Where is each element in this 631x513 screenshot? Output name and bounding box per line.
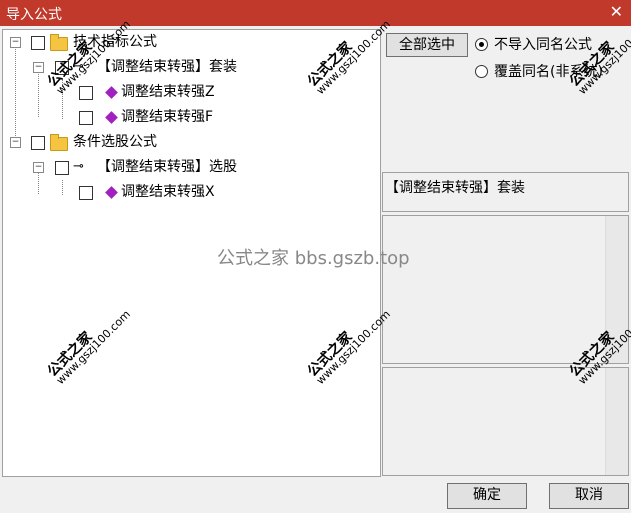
import-options: 全部选中 不导入同名公式 覆盖同名(非系统): [382, 29, 629, 169]
group2-child-checkbox[interactable]: [55, 161, 69, 175]
formula-gem-icon: [105, 111, 118, 124]
tree-label: 【调整结束转强】套装: [97, 59, 237, 75]
scrollbar[interactable]: [605, 368, 628, 475]
radio-no-import-label[interactable]: 不导入同名公式: [494, 34, 592, 54]
tree-node-group2[interactable]: − 条件选股公式: [3, 131, 303, 153]
ok-button[interactable]: 确定: [447, 483, 527, 509]
folder-icon: [50, 134, 68, 151]
collapse-icon[interactable]: −: [10, 137, 21, 148]
tree-node-group1[interactable]: − 技术指标公式: [3, 31, 303, 53]
selected-formula-name: 【调整结束转强】套装: [385, 180, 525, 196]
close-icon[interactable]: ✕: [610, 2, 623, 21]
title-bar: 导入公式 ✕: [0, 0, 631, 26]
tree-label: 调整结束转强X: [121, 184, 215, 200]
collapse-icon[interactable]: −: [10, 37, 21, 48]
leaf-checkbox[interactable]: [79, 111, 93, 125]
formula-notes-box[interactable]: [382, 367, 629, 476]
collapse-icon[interactable]: −: [33, 62, 44, 73]
tree-label: 【调整结束转强】选股: [97, 159, 237, 175]
cancel-button[interactable]: 取消: [549, 483, 629, 509]
tree-label: 条件选股公式: [73, 134, 157, 150]
tree-node-leaf[interactable]: 调整结束转强F: [3, 106, 303, 128]
tree-node-group2-child[interactable]: − ⊸ 【调整结束转强】选股: [3, 156, 303, 178]
radio-overwrite[interactable]: [475, 65, 488, 78]
window-title: 导入公式: [6, 7, 62, 23]
select-all-button[interactable]: 全部选中: [386, 33, 468, 57]
leaf-checkbox[interactable]: [79, 86, 93, 100]
center-watermark: 公式之家 bbs.gszb.top: [217, 248, 410, 269]
selected-formula-info: 【调整结束转强】套装: [382, 172, 629, 212]
formula-gem-icon: [105, 86, 118, 99]
formula-gem-icon: [105, 186, 118, 199]
folder-icon: [50, 34, 68, 51]
group2-checkbox[interactable]: [31, 136, 45, 150]
tree-label: 调整结束转强F: [121, 109, 214, 125]
group1-checkbox[interactable]: [31, 36, 45, 50]
key-icon: ⊸: [73, 159, 84, 174]
tree-label: 调整结束转强Z: [121, 84, 215, 100]
radio-no-import[interactable]: [475, 38, 488, 51]
tree-node-leaf[interactable]: 调整结束转强Z: [3, 81, 303, 103]
tree-node-leaf[interactable]: 调整结束转强X: [3, 181, 303, 203]
collapse-icon[interactable]: −: [33, 162, 44, 173]
leaf-checkbox[interactable]: [79, 186, 93, 200]
